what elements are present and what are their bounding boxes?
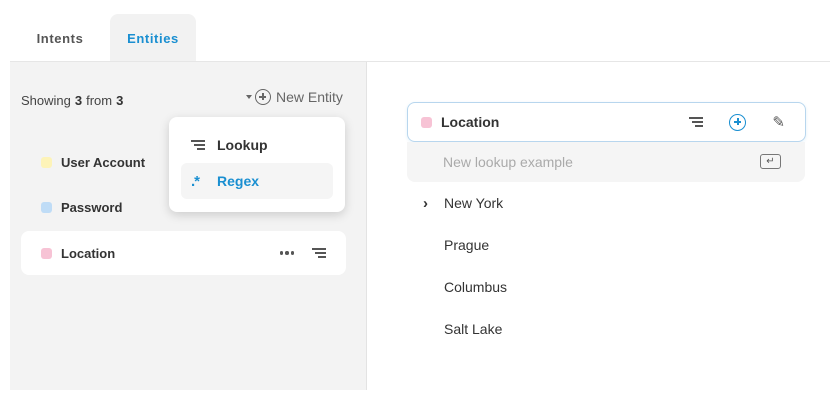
lookup-lines-icon[interactable] [312,248,326,258]
new-lookup-row: ↵ [407,142,805,182]
more-options-icon[interactable] [279,251,294,255]
entity-color-swatch [421,116,432,128]
showing-count-value: 3 [74,93,83,108]
caret-down-icon [246,95,252,99]
panel-divider [366,62,367,390]
entity-color-swatch [41,201,52,213]
showing-total-value: 3 [116,93,124,108]
entity-color-swatch [41,247,52,259]
menu-item-label: Regex [217,173,260,189]
regex-icon: .* [191,172,200,190]
entity-header-tools: ✎ [689,103,785,141]
lookup-example-text: Salt Lake [444,321,503,337]
entity-title: Location [441,114,500,130]
add-example-icon[interactable] [729,113,747,131]
menu-item-lookup[interactable]: Lookup [181,127,333,163]
tab-intents[interactable]: Intents [10,14,110,62]
enter-key-icon[interactable]: ↵ [760,154,781,169]
lookup-example-text: Prague [444,237,490,253]
edit-pencil-icon[interactable]: ✎ [772,115,785,130]
new-entity-type-menu: Lookup .* Regex [169,117,345,212]
lookup-example-row[interactable]: Salt Lake [407,308,805,350]
entity-item-label: Password [61,199,123,215]
chevron-right-icon[interactable]: › [423,182,428,224]
tab-entities[interactable]: Entities [110,14,196,62]
menu-item-label: Lookup [217,137,268,153]
entity-item-label: User Account [61,154,146,170]
lines-icon [191,140,207,150]
new-lookup-input[interactable] [443,154,743,170]
tab-bar: Intents Entities [10,14,196,62]
showing-count: Showing 3 from 3 [21,93,123,108]
entity-color-swatch [41,156,52,168]
entity-item-label: Location [61,245,116,261]
entity-list-panel: Showing 3 from 3 New Entity User Account… [10,62,366,390]
new-entity-label: New Entity [276,89,343,105]
showing-prefix: Showing [21,93,71,108]
menu-item-regex[interactable]: .* Regex [181,163,333,199]
lookup-example-text: Columbus [444,279,508,295]
lookup-example-row[interactable]: Prague [407,224,805,266]
entity-item-location[interactable]: Location [21,231,346,275]
lookup-lines-icon[interactable] [689,117,704,127]
entity-item-tools [279,231,326,275]
add-circle-icon [255,89,271,105]
entity-header: Location ✎ [407,102,806,142]
showing-from: from [86,93,113,108]
new-entity-button[interactable]: New Entity [246,89,343,105]
lookup-example-text: New York [444,195,504,211]
lookup-example-row[interactable]: Columbus [407,266,805,308]
lookup-example-row[interactable]: › New York [407,182,805,224]
entity-editor-panel: Location ✎ ↵ › New York Prague Columbus … [387,82,818,390]
